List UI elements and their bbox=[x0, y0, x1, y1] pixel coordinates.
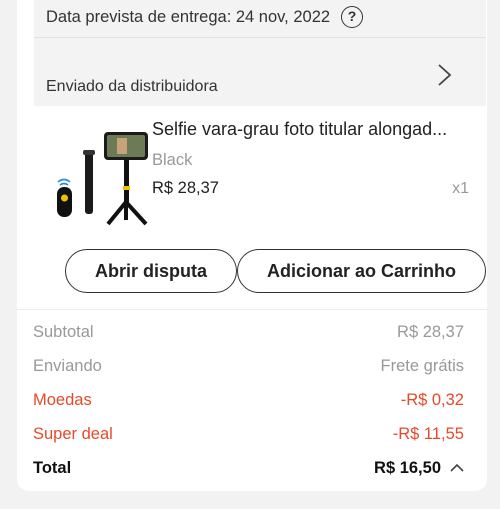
superdeal-label: Super deal bbox=[33, 425, 113, 443]
total-value: R$ 16,50 bbox=[374, 459, 441, 477]
product-quantity: x1 bbox=[452, 180, 469, 197]
delivery-estimate-text: Data prevista de entrega: 24 nov, 2022 bbox=[46, 8, 331, 26]
delivery-estimate-row: Data prevista de entrega: 24 nov, 2022 ? bbox=[34, 0, 486, 38]
help-circle-icon[interactable]: ? bbox=[341, 6, 363, 28]
coins-label: Moedas bbox=[33, 391, 92, 409]
subtotal-value: R$ 28,37 bbox=[397, 323, 464, 341]
coins-value: -R$ 0,32 bbox=[400, 391, 464, 409]
add-to-cart-button[interactable]: Adicionar ao Carrinho bbox=[237, 249, 486, 293]
summary-coins-row: Moedas -R$ 0,32 bbox=[33, 391, 464, 413]
product-image[interactable] bbox=[38, 120, 156, 232]
total-label: Total bbox=[33, 459, 72, 477]
chevron-right-icon bbox=[438, 64, 452, 86]
summary-subtotal-row: Subtotal R$ 28,37 bbox=[33, 323, 464, 345]
shipping-label: Enviando bbox=[33, 357, 102, 375]
product-price: R$ 28,37 bbox=[152, 179, 219, 197]
summary-total-row[interactable]: Total R$ 16,50 bbox=[33, 459, 464, 481]
shipper-row[interactable]: Enviado da distribuidora bbox=[34, 39, 486, 106]
order-card: Data prevista de entrega: 24 nov, 2022 ?… bbox=[17, 0, 487, 491]
product-title[interactable]: Selfie vara-grau foto titular alongad... bbox=[152, 119, 472, 140]
shipper-text: Enviado da distribuidora bbox=[46, 78, 218, 95]
summary-superdeal-row: Super deal -R$ 11,55 bbox=[33, 425, 464, 447]
divider bbox=[17, 309, 487, 310]
chevron-up-icon[interactable] bbox=[450, 463, 464, 473]
superdeal-value: -R$ 11,55 bbox=[392, 425, 464, 443]
summary-shipping-row: Enviando Frete grátis bbox=[33, 357, 464, 379]
subtotal-label: Subtotal bbox=[33, 323, 94, 341]
open-dispute-button[interactable]: Abrir disputa bbox=[65, 249, 237, 293]
product-variant: Black bbox=[152, 151, 193, 169]
delivery-info-box: Data prevista de entrega: 24 nov, 2022 ?… bbox=[34, 0, 486, 106]
shipping-value: Frete grátis bbox=[380, 357, 464, 375]
